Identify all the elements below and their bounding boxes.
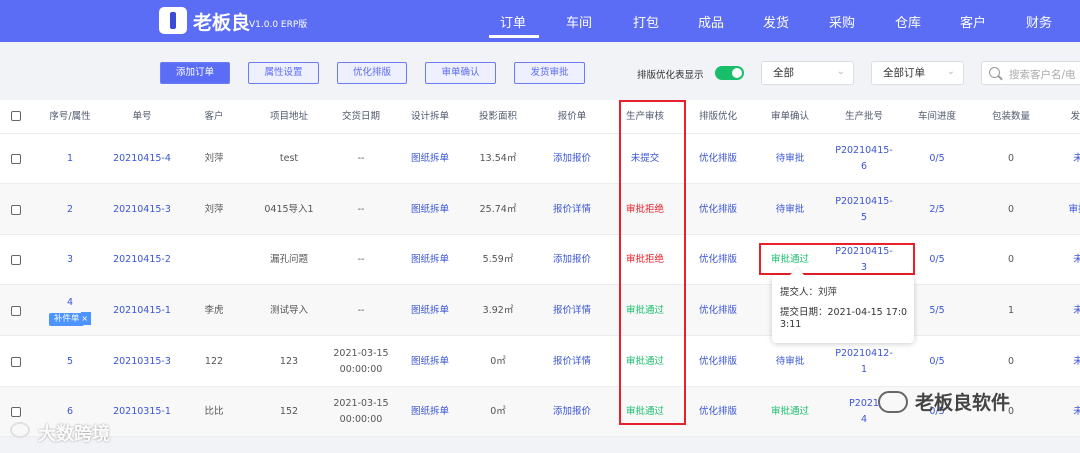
- nav-finished[interactable]: 成品: [698, 12, 724, 31]
- shipping-approval-button[interactable]: 发货审批: [514, 62, 585, 84]
- orders-table: 序号/属性 单号 客户 项目地址 交货日期 设计拆单 投影面积 报价单 生产审核…: [0, 100, 1080, 437]
- watermark-left: 大数跨境: [38, 424, 110, 445]
- table-header-row: 序号/属性 单号 客户 项目地址 交货日期 设计拆单 投影面积 报价单 生产审核…: [0, 100, 1080, 134]
- nav-orders[interactable]: 订单: [500, 12, 526, 31]
- row-checkbox[interactable]: [11, 407, 21, 417]
- close-icon[interactable]: ×: [81, 312, 92, 325]
- table-row: 1 20210415-4 刘萍 test 图纸拆单 13.54㎡ 添加报价 优化排版 0/5 0 未…: [0, 134, 1080, 184]
- table-row: 4 补件单 × 20210415-1 李虎 测试导入 图纸拆单 3.92㎡ 报价详情 优化排版 5/…: [0, 285, 1080, 336]
- row-checkbox[interactable]: [11, 306, 21, 316]
- nav-finance[interactable]: 财务: [1026, 12, 1052, 31]
- nav-shipping[interactable]: 发货: [763, 12, 789, 31]
- chevron-down-icon: ⌄: [836, 66, 845, 77]
- watermark-right: 老板良软件: [915, 392, 1011, 414]
- app-name: 老板良: [193, 12, 251, 34]
- select-all-checkbox[interactable]: [11, 111, 21, 121]
- watermark-logo-icon: [10, 422, 30, 438]
- table-row: 5 20210315-3 122 123 图纸拆单 0㎡ 报价详情 优化排版 0/5 0 未 2021…: [0, 336, 1080, 387]
- search-input[interactable]: 搜索客户名/电: [981, 61, 1080, 85]
- nav-workshop[interactable]: 车间: [566, 12, 592, 31]
- delivery-date-cell: --: [357, 204, 365, 215]
- status-filter-select[interactable]: 全部 ⌄: [761, 61, 854, 85]
- optimize-layout-button[interactable]: 优化排版: [337, 62, 407, 84]
- batch-no-suffix[interactable]: 5: [819, 210, 909, 226]
- nav-active-indicator: [489, 35, 539, 38]
- search-placeholder: 搜索客户名/电: [1009, 69, 1076, 81]
- status-filter-value: 全部: [773, 67, 794, 79]
- shipping-status-link[interactable]: 审批: [1033, 202, 1080, 218]
- app-logo-icon[interactable]: [159, 7, 187, 34]
- tooltip-date-line2: 3:11: [780, 319, 802, 330]
- attribute-settings-button[interactable]: 属性设置: [248, 62, 319, 84]
- chevron-down-icon: ⌄: [946, 66, 955, 77]
- review-confirm-button[interactable]: 审单确认: [425, 62, 496, 84]
- delivery-date-cell: --: [357, 305, 365, 316]
- shipping-status-link[interactable]: 未: [1033, 354, 1080, 370]
- batch-no-suffix[interactable]: 4: [819, 412, 909, 428]
- order-filter-select[interactable]: 全部订单 ⌄: [871, 61, 964, 85]
- delivery-date-cell: 2021-03-15: [333, 348, 389, 359]
- table-row: 3 20210415-2 漏孔问题 图纸拆单 5.59㎡ 添加报价 优化排版 0/5 0 未 -- 审…: [0, 235, 1080, 285]
- order-no-link[interactable]: 20210415-2: [97, 252, 187, 268]
- approval-tooltip: 提交人：刘萍 提交日期：2021-04-15 17:0 3:11: [772, 267, 914, 343]
- row-checkbox[interactable]: [11, 205, 21, 215]
- shipping-status-link[interactable]: 未: [1033, 404, 1080, 420]
- batch-no-link[interactable]: P20210412-: [819, 346, 909, 362]
- batch-no-link[interactable]: P20210415-: [819, 194, 909, 210]
- approval-highlight: [759, 243, 915, 275]
- top-nav-bar: 老板良 V1.0.0 ERP版 订单 车间 打包 成品 发货 采购 仓库 客户 …: [0, 0, 1080, 42]
- tooltip-submitter: 提交人：刘萍: [780, 287, 838, 298]
- delivery-time-cell: 00:00:00: [339, 414, 383, 425]
- delivery-date-cell: --: [357, 254, 365, 265]
- app-version: V1.0.0 ERP版: [249, 20, 308, 30]
- layout-table-toggle[interactable]: [715, 66, 744, 80]
- batch-no-suffix[interactable]: 1: [819, 362, 909, 378]
- header-shipping: 发货: [1070, 111, 1080, 122]
- wechat-icon: [878, 391, 908, 413]
- layout-table-toggle-label: 排版优化表显示: [637, 70, 704, 81]
- nav-purchasing[interactable]: 采购: [829, 12, 855, 31]
- delivery-time-cell: 00:00:00: [339, 364, 383, 375]
- order-filter-value: 全部订单: [883, 67, 925, 79]
- delivery-date-cell: --: [357, 153, 365, 164]
- nav-packing[interactable]: 打包: [633, 12, 659, 31]
- tooltip-date-line1: 提交日期：2021-04-15 17:0: [780, 307, 908, 318]
- shipping-status-link[interactable]: 未: [1033, 303, 1080, 319]
- shipping-status-link[interactable]: 未: [1033, 151, 1080, 167]
- search-icon: [989, 67, 1000, 78]
- production-review-highlight: [619, 100, 686, 425]
- supplement-tag[interactable]: 补件单: [48, 313, 85, 326]
- add-order-button[interactable]: 添加订单: [160, 62, 230, 84]
- delivery-date-cell: 2021-03-15: [333, 398, 389, 409]
- row-checkbox[interactable]: [11, 154, 21, 164]
- table-row: 2 20210415-3 刘萍 0415导入1 图纸拆单 25.74㎡ 报价详情 优化排版 2/…: [0, 184, 1080, 235]
- nav-warehouse[interactable]: 仓库: [895, 12, 921, 31]
- row-checkbox[interactable]: [11, 357, 21, 367]
- shipping-status-link[interactable]: 未: [1033, 252, 1080, 268]
- row-checkbox[interactable]: [11, 255, 21, 265]
- nav-customers[interactable]: 客户: [960, 12, 986, 31]
- page-footer-area: [0, 437, 1080, 453]
- batch-no-link[interactable]: P20210415-: [819, 143, 909, 159]
- batch-no-suffix[interactable]: 6: [819, 159, 909, 175]
